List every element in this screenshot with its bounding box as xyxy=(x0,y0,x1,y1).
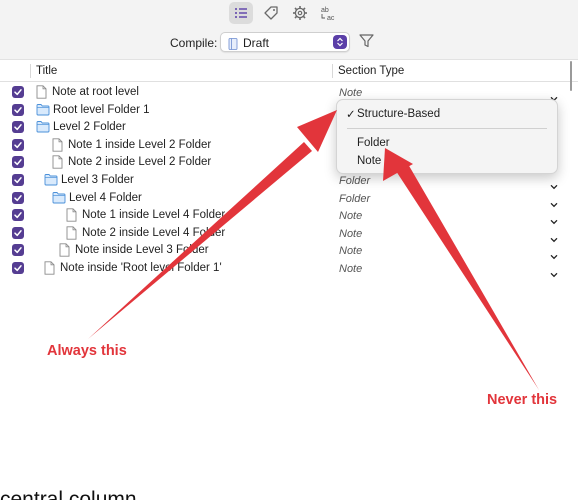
menu-separator xyxy=(347,128,547,129)
document-icon xyxy=(44,261,55,280)
list-view-button[interactable] xyxy=(229,2,253,24)
section-type-value[interactable]: Note xyxy=(339,245,362,257)
include-checkbox[interactable] xyxy=(12,103,24,116)
section-type-value[interactable]: Folder xyxy=(339,175,370,187)
row-title[interactable]: Note 1 inside Level 2 Folder xyxy=(68,139,211,151)
row-title[interactable]: Note inside Level 3 Folder xyxy=(75,244,209,256)
column-header-section-type[interactable]: Section Type xyxy=(338,65,404,77)
menu-item-structure-based[interactable]: ✓ Structure-Based xyxy=(337,106,557,123)
row-title[interactable]: Note 1 inside Level 4 Folder xyxy=(82,209,225,221)
list-icon xyxy=(235,8,247,18)
filter-icon[interactable] xyxy=(359,34,374,53)
table-row[interactable]: Level 3 Folder Folder xyxy=(0,172,570,190)
folder-icon xyxy=(44,173,58,191)
bottom-cropped-text: central column xyxy=(0,488,137,500)
annotation-always: Always this xyxy=(47,343,127,359)
svg-text:ab: ab xyxy=(321,7,329,14)
gear-icon xyxy=(293,6,307,20)
compile-label: Compile: xyxy=(170,36,218,50)
folder-icon xyxy=(36,120,50,138)
row-title[interactable]: Note 2 inside Level 4 Folder xyxy=(82,227,225,239)
include-checkbox[interactable] xyxy=(12,86,24,98)
compile-select[interactable]: Draft xyxy=(220,32,350,52)
toolbar: ab ac xyxy=(0,0,578,28)
checkmark-icon: ✓ xyxy=(346,109,356,121)
tags-button[interactable] xyxy=(259,2,283,24)
section-type-value[interactable]: Folder xyxy=(339,193,370,205)
compile-selected-value: Draft xyxy=(243,36,270,50)
section-type-value[interactable]: Note xyxy=(339,263,362,275)
include-checkbox[interactable] xyxy=(12,191,24,204)
compile-row: Compile: Draft xyxy=(0,28,578,60)
table-row[interactable]: Note 1 inside Level 4 Folder Note xyxy=(0,207,570,225)
column-header-title[interactable]: Title xyxy=(36,65,57,77)
column-separator xyxy=(30,64,31,78)
row-title[interactable]: Root level Folder 1 xyxy=(53,104,150,116)
section-type-value[interactable]: Note xyxy=(339,87,362,99)
tag-icon xyxy=(264,6,278,20)
include-checkbox[interactable] xyxy=(12,174,24,186)
section-type-value[interactable]: Note xyxy=(339,228,362,240)
column-separator[interactable] xyxy=(332,64,333,78)
row-title[interactable]: Note 2 inside Level 2 Folder xyxy=(68,156,211,168)
row-title[interactable]: Note inside 'Root level Folder 1' xyxy=(60,262,222,274)
include-checkbox[interactable] xyxy=(12,209,24,222)
include-checkbox[interactable] xyxy=(12,121,24,134)
folder-icon xyxy=(52,191,66,209)
table-row[interactable]: Note 2 inside Level 4 Folder Note xyxy=(0,225,570,243)
row-title[interactable]: Level 4 Folder xyxy=(69,192,142,204)
folder-icon xyxy=(36,103,50,121)
include-checkbox[interactable] xyxy=(12,262,24,274)
include-checkbox[interactable] xyxy=(12,244,24,257)
section-type-menu: ✓ Structure-Based Folder Note xyxy=(336,99,558,174)
settings-button[interactable] xyxy=(288,2,312,24)
menu-item-folder[interactable]: Folder xyxy=(337,135,557,152)
spell-check-icon: ab ac xyxy=(321,7,335,21)
replacements-button[interactable]: ab ac xyxy=(317,2,341,24)
vertical-scrollbar[interactable] xyxy=(570,61,572,91)
annotation-never: Never this xyxy=(487,392,558,408)
table-row[interactable]: Level 4 Folder Folder xyxy=(0,190,570,208)
menu-item-note[interactable]: Note xyxy=(337,153,557,170)
svg-text:ac: ac xyxy=(327,15,335,21)
include-checkbox[interactable] xyxy=(12,156,24,169)
table-header: Title Section Type xyxy=(0,61,578,82)
section-type-value[interactable]: Note xyxy=(339,210,362,222)
table-row[interactable]: Note inside 'Root level Folder 1' Note xyxy=(0,260,570,278)
row-title[interactable]: Note at root level xyxy=(52,86,139,98)
table-row[interactable]: Note inside Level 3 Folder Note xyxy=(0,242,570,260)
select-stepper-icon xyxy=(333,35,347,49)
document-icon xyxy=(228,37,238,55)
include-checkbox[interactable] xyxy=(12,138,24,151)
row-title[interactable]: Level 2 Folder xyxy=(53,121,126,133)
include-checkbox[interactable] xyxy=(12,226,24,239)
row-title[interactable]: Level 3 Folder xyxy=(61,174,134,186)
chevron-down-icon[interactable] xyxy=(550,265,558,283)
